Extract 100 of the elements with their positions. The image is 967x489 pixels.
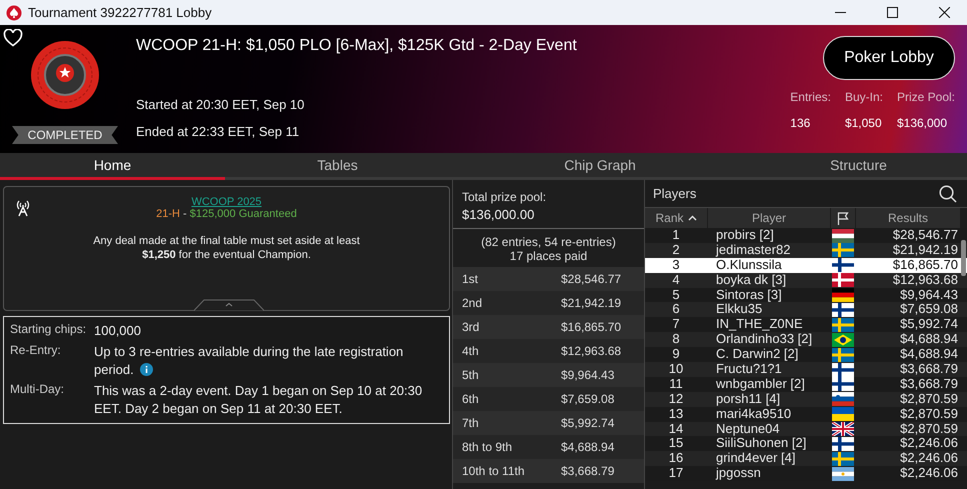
player-name: Sintoras [3] bbox=[715, 288, 782, 302]
prize-place: 4th bbox=[462, 344, 480, 358]
heart-icon[interactable] bbox=[3, 29, 23, 47]
stat-label: Prize Pool: bbox=[896, 90, 955, 104]
result-cell-text: $21,942.19 bbox=[892, 242, 959, 258]
rank-cell-text: 5 bbox=[671, 288, 681, 302]
total-prize-label: Total prize pool: bbox=[462, 190, 548, 204]
search-icon[interactable] bbox=[939, 184, 957, 202]
player-row[interactable]: 2 jedimaster82 $21,942.19 bbox=[645, 242, 967, 258]
emblem-icon bbox=[30, 40, 100, 110]
prize-amount: $16,865.70 bbox=[561, 320, 622, 334]
result-cell-text: $3,668.79 bbox=[899, 376, 959, 392]
stat-value: $1,050 bbox=[844, 116, 883, 130]
result-cell-text: $12,963.68 bbox=[892, 272, 959, 288]
rank-cell-text: 15 bbox=[668, 436, 684, 452]
player-row[interactable]: 5 Sintoras [3] $9,964.43 bbox=[645, 288, 967, 302]
rank-cell-text: 13 bbox=[668, 406, 684, 422]
rank-cell-text: 14 bbox=[668, 422, 684, 436]
result-cell-text: $7,659.08 bbox=[899, 302, 959, 318]
result-cell-text: $9,964.43 bbox=[899, 288, 959, 302]
result-cell-text: $4,688.94 bbox=[899, 332, 959, 348]
player-name: grind4ever [4] bbox=[715, 451, 796, 466]
result-cell-text: $28,546.77 bbox=[892, 228, 959, 243]
players-title: Players bbox=[653, 186, 696, 201]
prize-place: 7th bbox=[462, 416, 480, 430]
prize-place: 5th bbox=[462, 368, 480, 382]
prize-place: 3rd bbox=[462, 320, 480, 334]
prize-amount: $9,964.43 bbox=[561, 368, 614, 382]
separator-text: - bbox=[182, 208, 188, 220]
column-header[interactable]: Rank bbox=[645, 208, 707, 228]
prize-place: 10th to 11th bbox=[462, 464, 526, 478]
stat-value: 136 bbox=[790, 116, 812, 130]
player-row[interactable]: 6 Elkku35 $7,659.08 bbox=[645, 302, 967, 318]
tournament-title: WCOOP 21-H: $1,050 PLO [6-Max], $125K Gtd - 2-Day Event bbox=[136, 37, 578, 56]
guarantee-text: $125,000 Guaranteed bbox=[190, 208, 297, 220]
rank-cell-text: 3 bbox=[671, 258, 681, 273]
rank-cell-text: 6 bbox=[671, 302, 681, 318]
poker-lobby-button[interactable]: Poker Lobby bbox=[823, 36, 955, 80]
player-row[interactable]: 12 porsh11 [4] $2,870.59 bbox=[645, 392, 967, 407]
player-name: wnbgambler [2] bbox=[715, 376, 806, 392]
player-name: porsh11 [4] bbox=[715, 392, 780, 407]
spade-logo-icon bbox=[6, 4, 22, 20]
total-prize-value: $136,000.00 bbox=[462, 207, 536, 222]
player-name: SiiliSuhonen [2] bbox=[715, 436, 808, 452]
player-row[interactable]: 14 Neptune04 $2,870.59 bbox=[645, 422, 967, 436]
rank-cell-text: 17 bbox=[668, 466, 684, 482]
rank-cell-text: 1 bbox=[671, 228, 681, 243]
prize-place: 8th to 9th bbox=[462, 440, 514, 454]
rank-cell-text: 16 bbox=[668, 451, 684, 466]
rank-cell-text: 2 bbox=[671, 242, 681, 258]
result-cell-text: $2,246.06 bbox=[899, 436, 959, 452]
player-name: mari4ka9510 bbox=[715, 406, 792, 422]
player-name: Elkku35 bbox=[715, 302, 764, 318]
player-row[interactable]: 15 SiiliSuhonen [2] $2,246.06 bbox=[645, 436, 967, 452]
result-cell-text: $5,992.74 bbox=[899, 317, 959, 332]
player-name: jedimaster82 bbox=[714, 242, 792, 258]
close-icon bbox=[938, 7, 950, 18]
prize-place: 6th bbox=[462, 392, 480, 406]
prize-amount: $21,942.19 bbox=[561, 296, 622, 310]
player-name: C. Darwin2 [2] bbox=[715, 347, 800, 362]
end-time: Ended at 22:33 EET, Sep 11 bbox=[136, 124, 300, 141]
player-row[interactable]: 8 Orlandinho33 [2] $4,688.94 bbox=[645, 332, 967, 348]
player-name: IN_THE_Z0NE bbox=[715, 317, 804, 332]
minimize-icon bbox=[834, 12, 846, 14]
prize-amount: $4,688.94 bbox=[561, 440, 614, 454]
rank-cell-text: 10 bbox=[668, 362, 684, 377]
result-cell-text: $2,246.06 bbox=[899, 466, 959, 482]
result-cell-text: $2,870.59 bbox=[899, 392, 959, 407]
deal-message: Any deal made at the final table must set aside at least $1,250 for the eventual Champion. bbox=[92, 234, 361, 262]
prize-place: 1st bbox=[462, 272, 480, 286]
rank-cell-text: 8 bbox=[671, 332, 681, 348]
column-header[interactable]: Results bbox=[856, 208, 960, 228]
player-name: jpgossn bbox=[714, 466, 762, 482]
player-row[interactable]: 10 Fructu?1?1 $3,668.79 bbox=[645, 362, 967, 377]
info-value: This was a 2-day event. Day 1 began on Sep 10 at 20:30 EET. Day 2 began on Sep 11 at 20:30 EET. bbox=[94, 382, 424, 418]
collapse-tab-icon[interactable] bbox=[194, 299, 264, 311]
prize-place: 2nd bbox=[462, 296, 484, 310]
flag-icon bbox=[837, 212, 849, 224]
scrollbar[interactable] bbox=[961, 240, 966, 276]
player-name: Orlandinho33 [2] bbox=[715, 332, 814, 348]
player-row[interactable]: 3 O.Klunssila $16,865.70 bbox=[645, 258, 967, 273]
rank-cell-text: 12 bbox=[668, 392, 684, 407]
entries-summary: (82 entries, 54 re-entries) bbox=[481, 235, 616, 249]
info-icon[interactable] bbox=[140, 363, 153, 376]
column-header[interactable]: Player bbox=[708, 208, 830, 228]
rank-cell-text: 9 bbox=[671, 347, 681, 362]
prize-amount: $7,659.08 bbox=[561, 392, 614, 406]
prize-amount: $12,963.68 bbox=[561, 344, 622, 358]
flag-column-header[interactable] bbox=[831, 208, 855, 228]
series-link[interactable]: WCOOP 2025 bbox=[191, 196, 262, 208]
window-title: Tournament 3922277781 Lobby bbox=[28, 5, 213, 20]
prize-amount: $5,992.74 bbox=[561, 416, 614, 430]
rank-cell-text: 7 bbox=[671, 317, 681, 332]
stat-value: $136,000 bbox=[896, 116, 948, 130]
places-paid: 17 places paid bbox=[510, 249, 588, 263]
result-cell-text: $3,668.79 bbox=[899, 362, 959, 377]
sort-up-icon bbox=[688, 215, 696, 221]
rank-cell-text: 11 bbox=[668, 376, 684, 392]
player-row[interactable]: 16 grind4ever [4] $2,246.06 bbox=[645, 451, 967, 466]
player-row[interactable]: 4 boyka dk [3] $12,963.68 bbox=[645, 272, 967, 288]
